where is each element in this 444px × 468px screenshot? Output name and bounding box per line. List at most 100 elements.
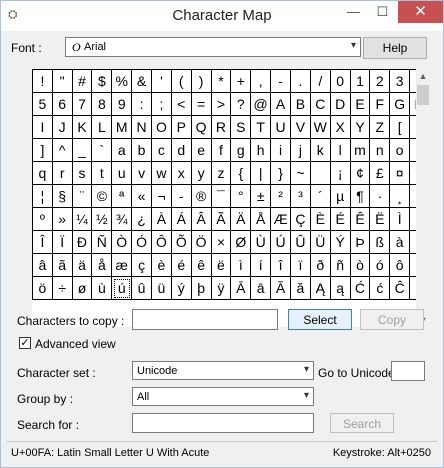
character-cell[interactable]: k bbox=[309, 138, 331, 162]
character-cell[interactable]: G bbox=[389, 92, 411, 116]
character-cell[interactable]: $ bbox=[91, 69, 113, 93]
character-cell[interactable]: L bbox=[91, 115, 113, 139]
character-cell[interactable]: : bbox=[131, 92, 152, 116]
character-cell[interactable]: ą bbox=[329, 276, 351, 300]
character-cell[interactable]: ñ bbox=[329, 253, 351, 277]
character-cell[interactable]: ` bbox=[91, 138, 113, 162]
character-cell[interactable]: µ bbox=[329, 184, 351, 208]
character-cell[interactable]: ª bbox=[111, 184, 133, 208]
character-cell[interactable]: v bbox=[131, 161, 152, 185]
character-cell[interactable]: ? bbox=[230, 92, 252, 116]
character-cell[interactable]: u bbox=[111, 161, 133, 185]
character-cell[interactable]: © bbox=[91, 184, 113, 208]
select-button[interactable]: Select bbox=[288, 309, 352, 330]
character-cell[interactable]: ¬ bbox=[151, 184, 172, 208]
characters-to-copy-input[interactable] bbox=[132, 309, 278, 330]
character-cell[interactable]: ' bbox=[151, 69, 172, 93]
character-cell[interactable]: . bbox=[290, 69, 311, 93]
character-cell[interactable]: » bbox=[51, 207, 73, 231]
character-cell[interactable]: ö bbox=[32, 276, 53, 300]
character-cell[interactable]: Æ bbox=[270, 207, 292, 231]
character-cell[interactable]: m bbox=[349, 138, 371, 162]
character-cell[interactable]: - bbox=[170, 184, 192, 208]
character-cell[interactable]: n bbox=[369, 138, 391, 162]
character-cell[interactable]: ë bbox=[210, 253, 232, 277]
character-cell[interactable]: æ bbox=[111, 253, 133, 277]
character-cell[interactable]: Ç bbox=[290, 207, 311, 231]
character-cell[interactable]: @ bbox=[250, 92, 272, 116]
character-cell[interactable]: ¤ bbox=[389, 161, 411, 185]
character-cell[interactable]: × bbox=[210, 230, 232, 254]
character-cell[interactable]: à bbox=[389, 230, 411, 254]
character-cell[interactable]: 1 bbox=[349, 69, 371, 93]
character-set-dropdown[interactable]: Unicode ▾ bbox=[132, 361, 314, 380]
character-cell[interactable]: o bbox=[389, 138, 411, 162]
character-cell[interactable]: ] bbox=[32, 138, 53, 162]
character-cell[interactable]: Ö bbox=[190, 230, 212, 254]
close-button[interactable]: ✕ bbox=[398, 1, 443, 23]
character-cell[interactable]: Z bbox=[369, 115, 391, 139]
character-cell[interactable]: Ä bbox=[230, 207, 252, 231]
character-cell[interactable]: Ü bbox=[309, 230, 331, 254]
title-bar[interactable]: ⛭ Character Map — ☐ ✕ bbox=[1, 1, 443, 31]
character-cell[interactable]: Ý bbox=[329, 230, 351, 254]
character-cell[interactable]: ¢ bbox=[349, 161, 371, 185]
grid-scrollbar[interactable]: ▲ ▼ bbox=[416, 69, 430, 327]
character-cell[interactable]: Q bbox=[190, 115, 212, 139]
character-cell[interactable]: { bbox=[230, 161, 252, 185]
character-cell[interactable]: ¡ bbox=[329, 161, 351, 185]
character-cell[interactable]: ç bbox=[131, 253, 152, 277]
character-cell[interactable]: Ð bbox=[71, 230, 93, 254]
character-cell[interactable]: l bbox=[329, 138, 351, 162]
character-cell[interactable]: ; bbox=[151, 92, 172, 116]
character-cell[interactable]: Ù bbox=[250, 230, 272, 254]
go-to-unicode-input[interactable] bbox=[391, 361, 425, 381]
character-cell[interactable]: ± bbox=[250, 184, 272, 208]
character-cell[interactable]: N bbox=[131, 115, 152, 139]
character-cell[interactable]: ï bbox=[290, 253, 311, 277]
minimize-button[interactable]: — bbox=[340, 1, 367, 23]
character-cell[interactable]: 2 bbox=[369, 69, 391, 93]
character-cell[interactable]: Õ bbox=[170, 230, 192, 254]
character-cell[interactable]: ò bbox=[349, 253, 371, 277]
character-cell[interactable]: Ó bbox=[131, 230, 152, 254]
character-cell[interactable]: è bbox=[151, 253, 172, 277]
character-cell[interactable]: Ñ bbox=[91, 230, 113, 254]
character-cell[interactable]: ā bbox=[250, 276, 272, 300]
character-cell[interactable]: 0 bbox=[329, 69, 351, 93]
character-cell[interactable]: ~ bbox=[290, 161, 311, 185]
character-cell[interactable]: « bbox=[131, 184, 152, 208]
character-cell[interactable]: + bbox=[230, 69, 252, 93]
character-cell[interactable]: q bbox=[32, 161, 53, 185]
character-cell[interactable]: ¸ bbox=[389, 184, 411, 208]
character-cell[interactable]: Â bbox=[190, 207, 212, 231]
character-cell[interactable]: 3 bbox=[389, 69, 411, 93]
character-cell[interactable]: § bbox=[51, 184, 73, 208]
character-cell[interactable]: | bbox=[250, 161, 272, 185]
character-cell[interactable]: 8 bbox=[91, 92, 113, 116]
character-cell[interactable]: x bbox=[170, 161, 192, 185]
character-cell[interactable]: M bbox=[111, 115, 133, 139]
character-cell[interactable]: V bbox=[290, 115, 311, 139]
character-cell[interactable]: ³ bbox=[290, 184, 311, 208]
character-cell[interactable]: þ bbox=[190, 276, 212, 300]
advanced-view-label[interactable]: Advanced view bbox=[35, 337, 116, 351]
character-cell[interactable]: º bbox=[32, 207, 53, 231]
character-cell[interactable]: C bbox=[309, 92, 331, 116]
character-cell[interactable] bbox=[309, 161, 331, 185]
character-cell[interactable]: Ì bbox=[389, 207, 411, 231]
help-button[interactable]: Help bbox=[363, 37, 427, 59]
character-cell[interactable]: û bbox=[131, 276, 152, 300]
character-cell[interactable]: å bbox=[91, 253, 113, 277]
character-cell[interactable]: e bbox=[190, 138, 212, 162]
character-cell[interactable]: 6 bbox=[51, 92, 73, 116]
character-cell[interactable]: Á bbox=[170, 207, 192, 231]
character-cell[interactable]: ê bbox=[190, 253, 212, 277]
character-cell[interactable]: ü bbox=[151, 276, 172, 300]
character-cell[interactable]: / bbox=[309, 69, 331, 93]
character-cell[interactable]: O bbox=[151, 115, 172, 139]
copy-button[interactable]: Copy bbox=[360, 309, 424, 330]
character-cell[interactable]: ă bbox=[290, 276, 311, 300]
character-cell[interactable]: ó bbox=[369, 253, 391, 277]
character-cell[interactable]: i bbox=[270, 138, 292, 162]
